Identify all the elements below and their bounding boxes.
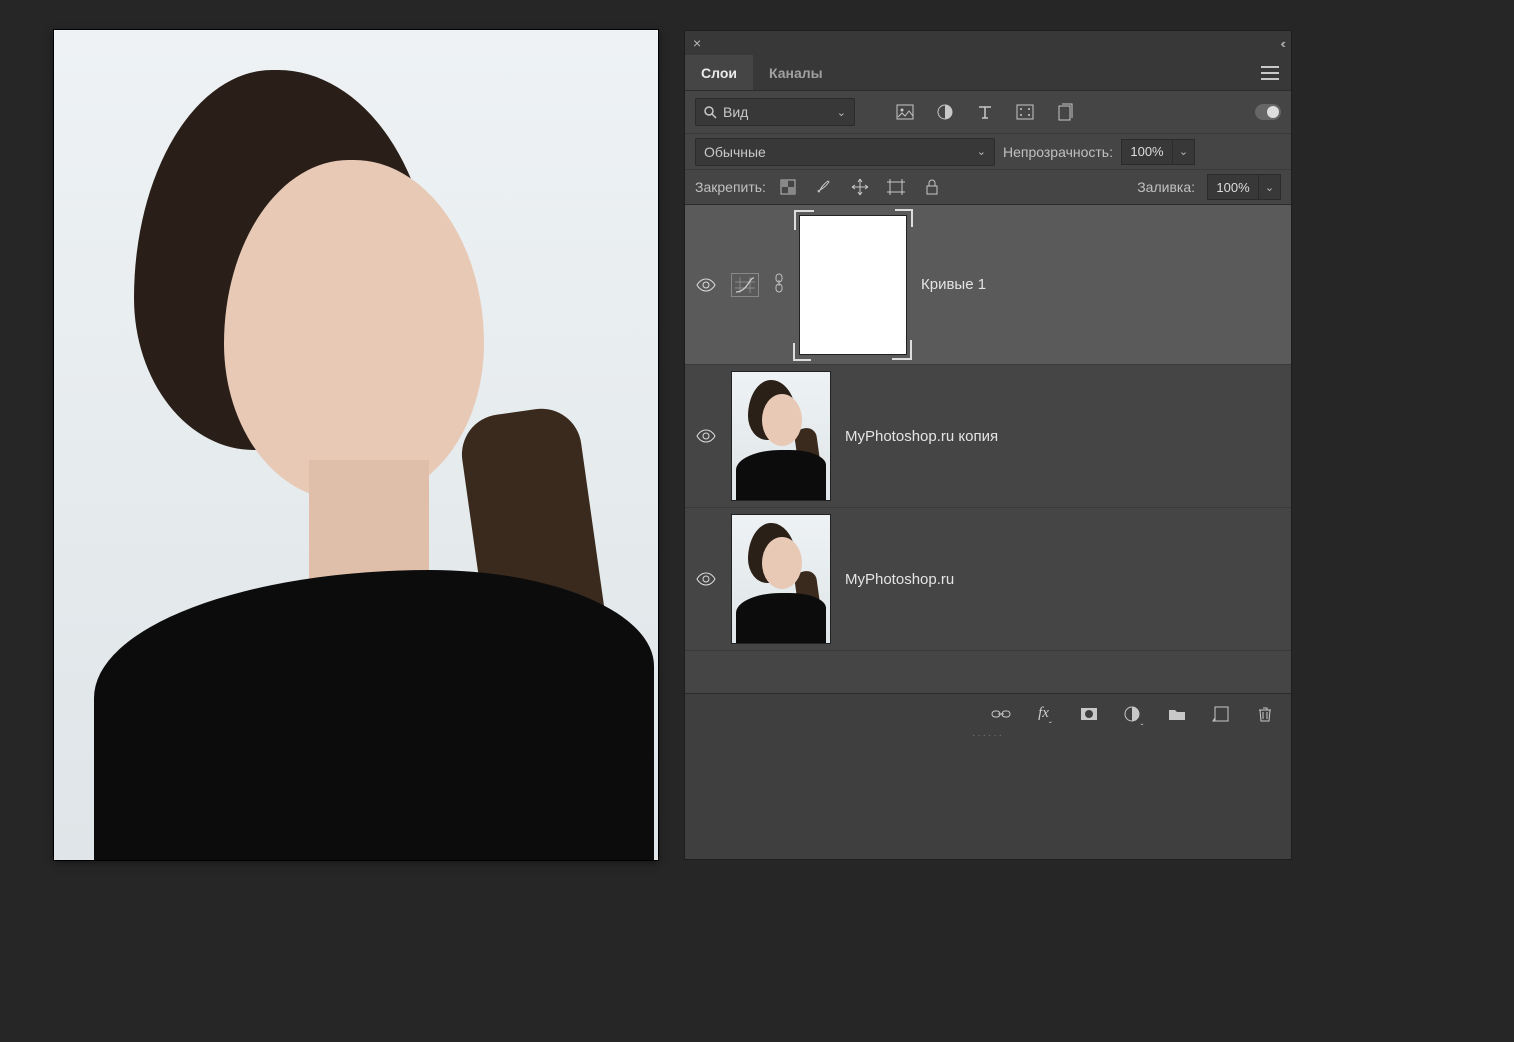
filter-smartobject-icon[interactable] [1055,102,1075,122]
layer-name[interactable]: MyPhotoshop.ru [845,571,954,588]
filter-adjustment-icon[interactable] [935,102,955,122]
lock-all-icon[interactable] [922,177,942,197]
lock-artboard-icon[interactable] [886,177,906,197]
filter-pixel-icon[interactable] [895,102,915,122]
opacity-input[interactable] [1121,139,1173,165]
filter-toggle[interactable] [1255,104,1281,120]
fill-label: Заливка: [1137,179,1195,195]
layers-panel-footer: fxˬ ˬ [685,693,1291,733]
fill-input[interactable] [1207,174,1259,200]
filter-shape-icon[interactable] [1015,102,1035,122]
layer-thumbnail[interactable] [731,371,831,501]
new-group-icon[interactable] [1167,704,1187,724]
link-mask-icon[interactable] [773,273,785,296]
layer-row[interactable]: Кривые 1 [685,205,1291,365]
layer-kind-label: Вид [723,104,748,120]
curves-adjustment-icon [731,273,759,297]
canvas-image [54,30,658,860]
layer-row[interactable]: MyPhotoshop.ru копия [685,365,1291,508]
panel-menu-icon[interactable] [1261,66,1279,80]
layers-panel: × ‹‹ Слои Каналы Вид ⌄ [684,30,1292,860]
close-icon[interactable]: × [693,35,701,51]
add-mask-icon[interactable] [1079,704,1099,724]
visibility-toggle-icon[interactable] [695,429,717,443]
link-layers-icon[interactable] [991,704,1011,724]
blend-mode-select[interactable]: Обычные ⌄ [695,138,995,166]
opacity-dropdown-icon[interactable]: ⌄ [1173,139,1195,165]
fill-dropdown-icon[interactable]: ⌄ [1259,174,1281,200]
chevron-down-icon: ⌄ [837,106,846,119]
lock-pixels-icon[interactable] [814,177,834,197]
tab-channels[interactable]: Каналы [753,55,839,90]
filter-type-icon[interactable] [975,102,995,122]
document-canvas[interactable] [54,30,658,860]
panel-resize-grip[interactable] [685,733,1291,741]
lock-label: Закрепить: [695,179,766,195]
layer-name[interactable]: Кривые 1 [921,276,986,293]
opacity-label: Непрозрачность: [1003,144,1113,160]
layer-list-empty-area[interactable] [685,651,1291,693]
visibility-toggle-icon[interactable] [695,572,717,586]
layer-kind-filter[interactable]: Вид ⌄ [695,98,855,126]
layer-row[interactable]: MyPhotoshop.ru [685,508,1291,651]
layer-mask-thumbnail[interactable] [799,215,907,355]
new-adjustment-layer-icon[interactable]: ˬ [1123,704,1143,724]
lock-position-icon[interactable] [850,177,870,197]
layer-list: Кривые 1 MyPhotoshop.ru копия [685,205,1291,693]
blend-mode-value: Обычные [704,144,766,160]
delete-layer-icon[interactable] [1255,704,1275,724]
search-icon [704,106,717,119]
layer-name[interactable]: MyPhotoshop.ru копия [845,428,998,445]
visibility-toggle-icon[interactable] [695,278,717,292]
new-layer-icon[interactable] [1211,704,1231,724]
lock-transparency-icon[interactable] [778,177,798,197]
collapse-panel-icon[interactable]: ‹‹ [1280,36,1283,51]
chevron-down-icon: ⌄ [977,145,986,158]
tab-layers[interactable]: Слои [685,55,753,90]
layer-effects-icon[interactable]: fxˬ [1035,704,1055,724]
layer-thumbnail[interactable] [731,514,831,644]
